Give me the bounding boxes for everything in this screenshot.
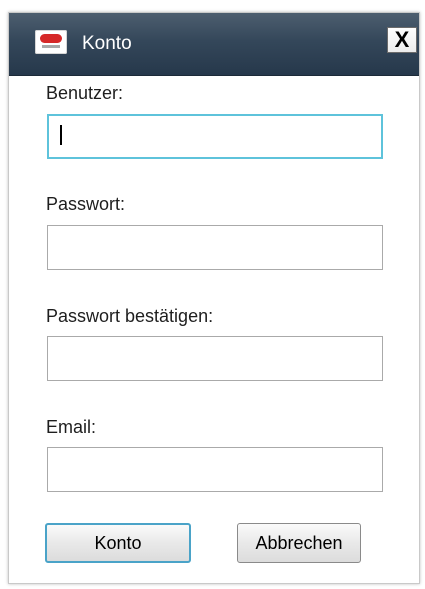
username-input[interactable] [47,114,383,159]
close-icon[interactable]: X [387,27,417,53]
confirm-password-label: Passwort bestätigen: [46,306,214,326]
confirm-password-input[interactable] [47,336,383,381]
cancel-button[interactable]: Abbrechen [237,523,361,563]
username-label: Benutzer: [46,83,124,103]
window-title: Konto [82,33,132,54]
password-input[interactable] [47,225,383,270]
app-logo-icon [35,30,67,54]
title-bar[interactable]: Konto X [9,13,419,76]
text-caret [60,125,62,145]
logo-pill [40,34,62,43]
account-dialog: Konto X Benutzer: Passwort: Passwort bes… [8,12,420,584]
email-input[interactable] [47,447,383,492]
password-label: Passwort: [46,194,126,214]
logo-bar [42,45,60,48]
email-label: Email: [46,417,97,437]
create-account-button[interactable]: Konto [45,523,191,563]
